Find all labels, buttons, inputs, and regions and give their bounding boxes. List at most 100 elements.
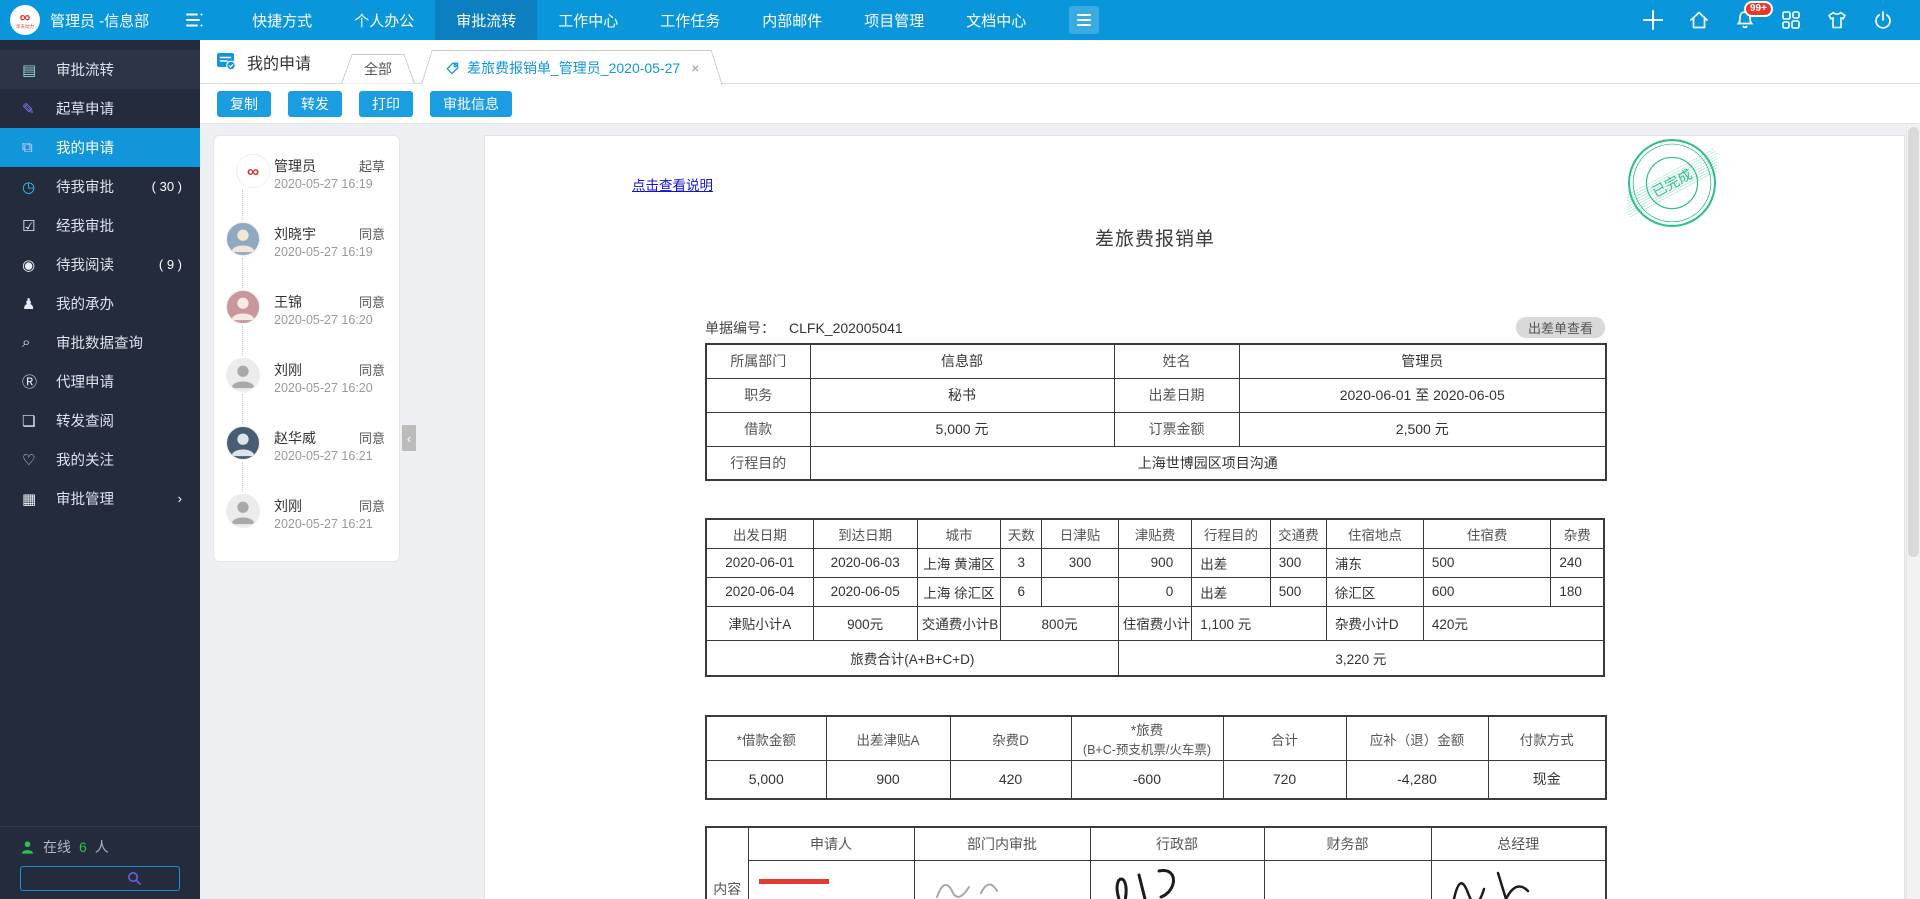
trip-cell: 2020-06-01 [705,547,814,578]
topbar-menu-item[interactable]: 文档中心 [945,0,1047,40]
sidebar-item[interactable]: 我的申请 [0,128,200,167]
topbar-menu-item[interactable]: 快捷方式 [231,0,333,40]
toolbar-button[interactable]: 审批信息 [430,90,512,117]
timeline-item[interactable]: 刘刚 同意 2020-05-27 16:20 [226,348,399,424]
apps-grid-icon[interactable] [1780,9,1802,31]
settlement-value: 420 [949,760,1072,799]
page-title: 我的申请 [247,55,312,73]
approval-time: 2020-05-27 16:19 [274,245,373,259]
trip-header: 城市 [916,518,1002,549]
sidebar-item-icon [22,371,48,392]
logo-infinity-icon: ∞ [246,161,260,181]
timeline-item[interactable]: ∞ 管理员 起草 2020-05-27 16:19 [226,144,399,220]
sidebar-item[interactable]: 转发查阅 [0,401,200,440]
topbar-menu-item[interactable]: 项目管理 [843,0,945,40]
app-logo[interactable]: ∞ 华天动力 [10,5,40,35]
sidebar-item[interactable]: 审批数据查询 [0,323,200,362]
tab-document[interactable]: 差旅费报销单_管理员_2020-05-27 × [421,50,722,85]
toolbar-button[interactable]: 打印 [359,90,413,117]
home-icon[interactable] [1688,9,1710,31]
sidebar-item-label: 我的申请 [56,141,114,157]
tab-all[interactable]: 全部 [341,54,415,84]
sidebar-item-count: ( 30 ) [151,179,182,194]
approval-time: 2020-05-27 16:21 [274,517,373,531]
timeline-item[interactable]: 刘晓宇 同意 2020-05-27 16:19 [226,212,399,288]
sidebar-item[interactable]: 审批流转 [0,50,200,89]
topbar-menu-item[interactable]: 内部邮件 [741,0,843,40]
toolbar-button[interactable]: 转发 [288,90,342,117]
settlement-value: -4,280 [1345,760,1489,799]
sidebar-item[interactable]: 我的承办 [0,284,200,323]
completed-stamp: 已完成 [1627,138,1717,228]
settlement-value: -600 [1070,760,1224,799]
search-icon[interactable] [127,871,142,886]
trip-cell: 3 [1000,547,1043,578]
topbar-menu-label: 工作任务 [660,12,721,30]
timeline-item[interactable]: 王锦 同意 2020-05-27 16:20 [226,280,399,356]
vertical-scrollbar[interactable] [1906,125,1919,899]
timeline-item[interactable]: 刘刚 同意 2020-05-27 16:21 [226,484,399,552]
sidebar-item[interactable]: 待我阅读 ( 9 ) [0,245,200,284]
sidebar-item[interactable]: 经我审批 [0,206,200,245]
trip-cell: 徐汇区 [1325,576,1424,607]
sidebar-item[interactable]: 我的关注 [0,440,200,479]
signature-cell-admin [1089,860,1265,899]
subtotal-cell: 800元 [1000,605,1119,641]
sign-header: 总经理 [1430,826,1607,861]
online-search-input[interactable] [20,866,180,891]
subtotal-cell: 杂费小计D [1325,605,1424,641]
sidebar-item[interactable]: 待我审批 ( 30 ) [0,167,200,206]
close-icon[interactable]: × [691,60,699,76]
scrollbar-thumb[interactable] [1908,127,1919,557]
logout-power-icon[interactable] [1872,9,1894,31]
trip-header: 到达日期 [812,518,918,549]
sidebar-item-icon [22,178,48,196]
topbar-menu: 快捷方式 个人办公 审批流转 工作中心 工作任务 内部邮件 项目管理 文档中心 [231,0,1047,40]
new-item-icon[interactable] [1642,9,1664,31]
document-panel: 已完成 点击查看说明 差旅费报销单 单据编号： CLFK_202005041 出… [484,135,1905,899]
sidebar-item-label: 审批数据查询 [56,336,143,352]
menu-collapse-icon[interactable] [183,9,205,31]
sidebar-item[interactable]: 审批管理 › [0,479,200,518]
approval-status: 同意 [358,227,385,242]
view-trip-order-button[interactable]: 出差单查看 [1515,317,1605,338]
more-menus-icon[interactable] [1069,6,1100,34]
trip-header: 住宿地点 [1325,518,1424,549]
notifications-bell-icon[interactable]: 99+ [1734,1,1773,31]
topbar-menu-item[interactable]: 工作中心 [537,0,639,40]
topbar-menu-item[interactable]: 审批流转 [435,0,538,40]
trip-header: 出发日期 [705,518,814,549]
sign-row-label: 内容 [705,826,749,899]
basic-info-table: 所属部门 信息部 姓名 管理员 职务 秘书 出差日期 2020-06-01 至 … [705,343,1607,481]
view-instructions-link[interactable]: 点击查看说明 [632,174,713,194]
timeline-item[interactable]: 赵华威 同意 2020-05-27 16:21 [226,416,399,492]
person-icon [231,433,255,457]
info-label: 借款 [705,411,811,447]
topbar-menu-item[interactable]: 个人办公 [333,0,435,40]
sidebar-item-count: ( 9 ) [158,257,182,272]
sign-header: 申请人 [747,826,915,861]
collapse-panel-icon[interactable]: ‹ [402,425,416,451]
sidebar-item[interactable]: 起草申请 [0,89,200,128]
subtotal-cell: 津贴小计A [705,605,814,641]
toolbar-button[interactable]: 复制 [217,90,271,117]
sidebar-item-icon [22,451,48,469]
trip-cell: 500 [1269,576,1327,607]
sidebar-item[interactable]: 代理申请 [0,362,200,401]
trip-cell: 0 [1117,576,1193,607]
sidebar-item-icon [22,334,48,351]
topbar-menu-item[interactable]: 工作任务 [639,0,741,40]
theme-shirt-icon[interactable] [1826,9,1848,31]
approval-status: 同意 [358,363,385,378]
tag-icon [444,60,460,76]
approval-time: 2020-05-27 16:20 [274,313,373,327]
info-value: 2020-06-01 至 2020-06-05 [1238,377,1607,413]
topbar-actions: 99+ [1642,1,1920,31]
trip-header: 杂费 [1550,518,1605,549]
subtotal-cell: 900元 [812,605,918,641]
trip-cell: 浦东 [1325,547,1424,578]
sign-header: 行政部 [1089,826,1265,861]
sidebar-item-label: 我的关注 [56,453,114,469]
online-panel: 在线 6 人 [0,826,200,899]
signature-table: 内容 申请人 部门内审批 行政部 财务部 总经理 [705,825,1607,899]
